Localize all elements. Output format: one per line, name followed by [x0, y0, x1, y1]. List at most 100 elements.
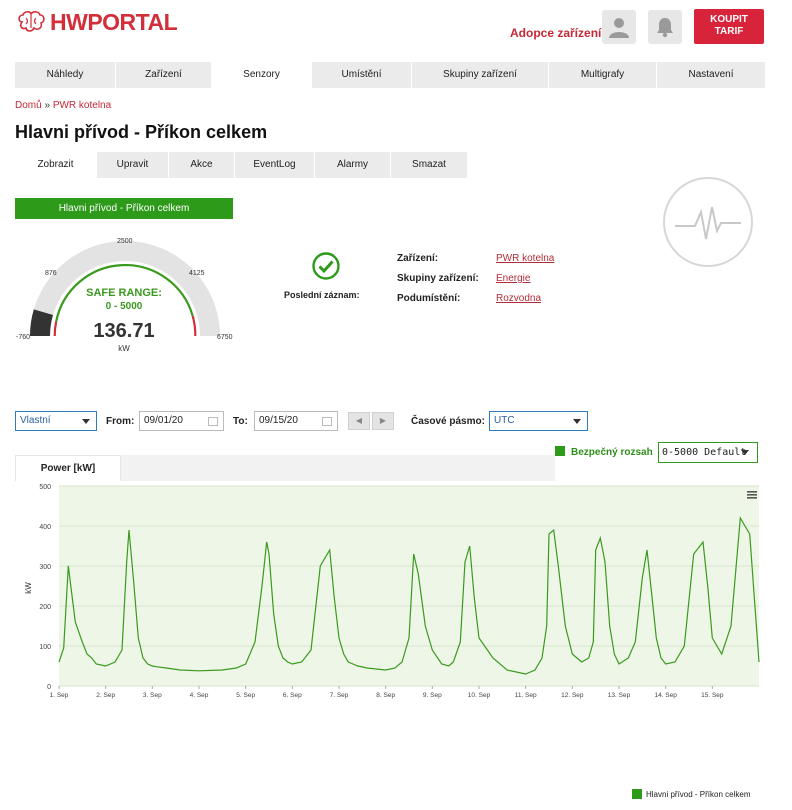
device-link[interactable]: PWR kotelna: [496, 253, 554, 264]
breadcrumb-home[interactable]: Domů: [15, 100, 42, 111]
buy-tariff-line2: TARIF: [714, 26, 744, 37]
sensor-tabs: Zobrazit Upravit Akce EventLog Alarmy Sm…: [15, 152, 467, 178]
y-tick-label: 100: [39, 644, 51, 651]
breadcrumb-current[interactable]: PWR kotelna: [53, 100, 111, 111]
chart-y-axis: 0 100 200 300 400 500: [39, 484, 51, 691]
nav-zarizeni[interactable]: Zařízení: [116, 62, 212, 88]
nav-nahledy[interactable]: Náhledy: [15, 62, 116, 88]
breadcrumb-separator: »: [44, 100, 51, 111]
group-label: Skupiny zařízení:: [397, 273, 479, 284]
tab-zobrazit[interactable]: Zobrazit: [15, 152, 97, 178]
logo[interactable]: HWPORTAL: [16, 8, 178, 36]
device-label: Zařízení:: [397, 253, 439, 264]
y-tick-label: 400: [39, 524, 51, 531]
x-tick-label: 1. Sep: [50, 692, 69, 699]
gauge-max-label: 6750: [217, 334, 233, 341]
sublocation-label: Podumístění:: [397, 293, 461, 304]
x-tick-label: 6. Sep: [283, 692, 302, 699]
last-record-label: Poslední záznam:: [284, 290, 360, 300]
gauge-value-arc: [30, 309, 54, 337]
sensor-name-bar: Hlavni přívod - Příkon celkem: [15, 198, 233, 219]
x-tick-label: 11. Sep: [515, 692, 537, 699]
logo-portal: PORTAL: [87, 8, 178, 35]
prev-period-button[interactable]: ◀: [348, 412, 370, 430]
adopce-link[interactable]: Adopce zařízení: [510, 26, 601, 40]
x-tick-label: 13. Sep: [608, 692, 631, 699]
calendar-icon[interactable]: [322, 417, 332, 426]
gauge-value: 136.71: [93, 320, 154, 342]
tab-upravit[interactable]: Upravit: [97, 152, 169, 178]
x-tick-label: 12. Sep: [561, 692, 584, 699]
x-tick-label: 2. Sep: [96, 692, 115, 699]
tab-alarmy[interactable]: Alarmy: [315, 152, 391, 178]
bell-icon: [657, 18, 673, 38]
gauge-min-label: -760: [16, 334, 30, 341]
gauge-unit: kW: [118, 344, 130, 353]
nav-senzory[interactable]: Senzory: [212, 62, 312, 88]
tab-smazat[interactable]: Smazat: [391, 152, 467, 178]
safe-range-select-value: 0-5000 Default: [662, 447, 747, 458]
tab-eventlog[interactable]: EventLog: [235, 152, 315, 178]
nav-nastaveni[interactable]: Nastavení: [657, 62, 765, 88]
gauge-label-876: 876: [45, 270, 57, 277]
to-label: To:: [233, 416, 248, 427]
check-circle-icon: [312, 252, 340, 280]
user-button[interactable]: [602, 10, 636, 44]
logo-hw: HW: [50, 8, 88, 35]
buy-tariff-line1: KOUPIT: [710, 14, 748, 25]
next-period-button[interactable]: ▶: [372, 412, 394, 430]
x-tick-label: 14. Sep: [654, 692, 677, 699]
safe-range-legend[interactable]: Bezpečný rozsah: [555, 446, 653, 458]
safe-range-swatch: [555, 446, 565, 456]
timezone-label: Časové pásmo:: [411, 416, 485, 427]
gauge: -760 876 2500 4125 6750 SAFE RANGE: 0 - …: [16, 238, 233, 353]
notifications-button[interactable]: [648, 10, 682, 44]
range-select[interactable]: Vlastní: [15, 411, 97, 431]
chevron-down-icon: [741, 450, 749, 455]
x-tick-label: 9. Sep: [423, 692, 442, 699]
timezone-select[interactable]: UTC: [489, 411, 588, 431]
nav-skupiny-zarizeni[interactable]: Skupiny zařízení: [412, 62, 549, 88]
sublocation-link[interactable]: Rozvodna: [496, 293, 541, 304]
power-chart[interactable]: 0 100 200 300 400 500 1. Sep 2. Sep 3. Sep 4. Se…: [0, 478, 792, 708]
x-tick-label: 7. Sep: [330, 692, 349, 699]
gauge-high-marker: [191, 315, 197, 337]
safe-range-value: 0 - 5000: [106, 301, 143, 312]
page-title: Hlavni přívod - Příkon celkem: [15, 122, 268, 142]
chevron-down-icon: [82, 419, 90, 424]
pulse-icon: [675, 206, 741, 240]
from-date-input[interactable]: 09/01/20: [139, 411, 224, 431]
safe-range-legend-label: Bezpečný rozsah: [571, 447, 653, 458]
nav-multigrafy[interactable]: Multigrafy: [549, 62, 657, 88]
y-tick-label: 0: [47, 684, 51, 691]
buy-tariff-button[interactable]: KOUPIT TARIF: [694, 9, 764, 44]
group-link[interactable]: Energie: [496, 273, 530, 284]
x-tick-label: 15. Sep: [701, 692, 724, 699]
from-date-value: 09/01/20: [144, 415, 183, 426]
chevron-down-icon: [573, 419, 581, 424]
tab-akce[interactable]: Akce: [169, 152, 235, 178]
chart-menu-icon[interactable]: [747, 491, 757, 499]
calendar-icon[interactable]: [208, 417, 218, 426]
gauge-label-2500: 2500: [117, 238, 133, 245]
y-tick-label: 500: [39, 484, 51, 491]
x-tick-label: 10. Sep: [468, 692, 491, 699]
x-tick-label: 3. Sep: [143, 692, 162, 699]
chart-legend[interactable]: Hlavni přívod - Příkon celkem: [632, 789, 750, 799]
safe-range-title: SAFE RANGE:: [86, 287, 162, 299]
to-date-value: 09/15/20: [259, 415, 298, 426]
x-tick-label: 4. Sep: [190, 692, 209, 699]
legend-label: Hlavni přívod - Příkon celkem: [646, 790, 751, 799]
to-date-input[interactable]: 09/15/20: [254, 411, 338, 431]
timezone-value: UTC: [494, 415, 515, 426]
chart-x-axis: 1. Sep 2. Sep 3. Sep 4. Sep 5. Sep 6. Sep 7. S…: [50, 686, 724, 699]
safe-range-select[interactable]: 0-5000 Default: [658, 442, 758, 463]
range-select-value: Vlastní: [20, 415, 51, 426]
from-label: From:: [106, 416, 135, 427]
breadcrumb: Domů » PWR kotelna: [15, 100, 111, 111]
x-tick-label: 8. Sep: [376, 692, 395, 699]
plot-background: [59, 486, 759, 686]
nav-umisteni[interactable]: Umístění: [312, 62, 412, 88]
legend-swatch: [632, 789, 642, 799]
user-icon: [609, 18, 629, 38]
